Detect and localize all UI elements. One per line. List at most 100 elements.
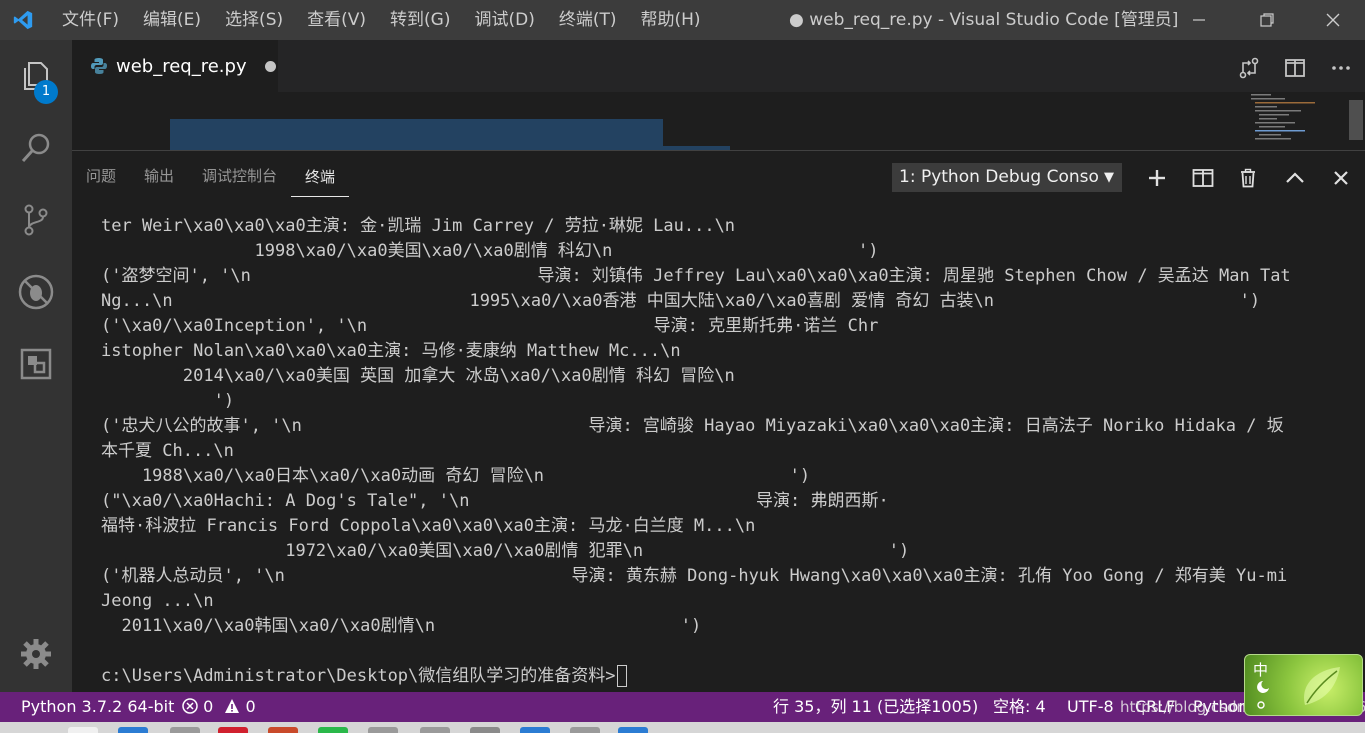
menu-go[interactable]: 转到(G) (378, 0, 462, 40)
taskbar-app[interactable] (570, 727, 600, 733)
debug-button[interactable] (0, 256, 72, 328)
close-window-button[interactable] (1299, 0, 1365, 40)
taskbar-app[interactable] (68, 727, 98, 733)
terminal-select[interactable]: 1: Python Debug Conso ▼ (892, 163, 1122, 192)
title-bar: 文件(F) 编辑(E) 选择(S) 查看(V) 转到(G) 调试(D) 终端(T… (0, 0, 1365, 40)
indentation[interactable]: 空格: 4 (993, 692, 1046, 722)
tab-label: web_req_re.py (116, 55, 247, 77)
new-terminal-button[interactable] (1142, 163, 1172, 193)
split-editor-icon (1285, 59, 1305, 77)
terminal-line: Jeong ...\n (101, 591, 214, 611)
gear-icon (21, 639, 51, 669)
menu-selection[interactable]: 选择(S) (213, 0, 295, 40)
taskbar-app[interactable] (268, 727, 298, 733)
explorer-badge: 1 (34, 80, 58, 104)
restore-button[interactable] (1233, 0, 1301, 40)
taskbar-app[interactable] (318, 727, 348, 733)
editor-tabs: web_req_re.py (72, 40, 1365, 92)
warning-count: 0 (245, 697, 256, 716)
status-bar: Python 3.7.2 64-bit 0 0 行 35，列 11 (已选择10… (0, 692, 1365, 722)
debug-icon (18, 274, 54, 310)
taskbar-app[interactable] (520, 727, 550, 733)
trash-icon (1241, 168, 1255, 188)
encoding[interactable]: UTF-8 (1067, 692, 1114, 722)
search-icon (21, 133, 50, 163)
unsaved-dot-icon[interactable] (264, 60, 276, 72)
leaf-icon (1257, 667, 1340, 709)
terminal-line: 1988\xa0/\xa0日本\xa0/\xa0动画 奇幻 冒险\n ') (101, 466, 811, 486)
chevron-down-icon: ▼ (1104, 170, 1114, 185)
problems-indicator[interactable]: 0 0 (182, 692, 256, 722)
taskbar-app[interactable] (618, 727, 648, 733)
terminal-line: 本千夏 Ch...\n (101, 441, 234, 461)
cursor-position[interactable]: 行 35，列 11 (已选择1005) (773, 692, 978, 722)
ellipsis-icon (1332, 66, 1350, 70)
kill-terminal-button[interactable] (1233, 163, 1263, 193)
minimize-icon (1193, 19, 1205, 21)
terminal-line: 2014\xa0/\xa0美国 英国 加拿大 冰岛\xa0/\xa0剧情 科幻 … (101, 366, 735, 386)
tab-problems[interactable]: 问题 (72, 151, 130, 203)
source-control-icon (24, 204, 48, 236)
chevron-up-icon (1286, 172, 1304, 183)
taskbar (0, 722, 1365, 733)
editor-scrollbar[interactable] (1349, 100, 1363, 140)
code-editor[interactable]: 15 soup = BeautifulSoup(html,'html.parse… (72, 92, 1365, 150)
terminal-line: 1972\xa0/\xa0美国\xa0/\xa0剧情 犯罪\n ') (101, 541, 910, 561)
terminal-line: Ng...\n 1995\xa0/\xa0香港 中国大陆\xa0/\xa0喜剧 … (101, 291, 1261, 311)
window-title: ● web_req_re.py - Visual Studio Code [管理… (789, 10, 1179, 30)
activity-bar: 1 (0, 40, 72, 692)
more-actions-button[interactable] (1323, 50, 1359, 86)
terminal-line: ('盗梦空间', '\n 导演: 刘镇伟 Jeffrey Lau\xa0\xa0… (101, 266, 1291, 286)
close-panel-button[interactable] (1326, 163, 1356, 193)
ime-widget[interactable]: 中 (1244, 654, 1363, 716)
vscode-logo-icon (0, 0, 46, 40)
minimize-button[interactable] (1165, 0, 1233, 40)
terminal-line: ('机器人总动员', '\n 导演: 黄东赫 Dong-hyuk Hwang\x… (101, 566, 1288, 586)
maximize-panel-button[interactable] (1280, 163, 1310, 193)
tab-terminal[interactable]: 终端 (291, 157, 350, 197)
taskbar-app[interactable] (420, 727, 450, 733)
taskbar-app[interactable] (118, 727, 148, 733)
close-icon (1326, 13, 1340, 27)
python-interpreter[interactable]: Python 3.7.2 64-bit (21, 692, 174, 722)
explorer-button[interactable]: 1 (0, 40, 72, 112)
tab-output[interactable]: 输出 (130, 151, 188, 203)
terminal-prompt: c:\Users\Administrator\Desktop\微信组队学习的准备… (101, 666, 616, 686)
menu-file[interactable]: 文件(F) (50, 0, 131, 40)
minimap[interactable] (1249, 92, 1349, 150)
terminal-output[interactable]: ter Weir\xa0\xa0\xa0主演: 金·凯瑞 Jim Carrey … (101, 214, 1341, 690)
menu-view[interactable]: 查看(V) (295, 0, 378, 40)
terminal-cursor (616, 665, 627, 687)
search-button[interactable] (0, 112, 72, 184)
manage-button[interactable] (0, 618, 72, 690)
terminal-line: ('\xa0/\xa0Inception', '\n 导演: 克里斯托弗·诺兰 … (101, 316, 879, 336)
extensions-button[interactable] (0, 328, 72, 400)
menu-terminal[interactable]: 终端(T) (547, 0, 629, 40)
menu-debug[interactable]: 调试(D) (462, 0, 546, 40)
taskbar-app[interactable] (470, 727, 500, 733)
terminal-line: ter Weir\xa0\xa0\xa0主演: 金·凯瑞 Jim Carrey … (101, 216, 736, 236)
tab-debug-console[interactable]: 调试控制台 (188, 151, 291, 203)
error-count: 0 (203, 697, 214, 716)
split-terminal-icon (1192, 169, 1214, 187)
terminal-line: 福特·科波拉 Francis Ford Coppola\xa0\xa0\xa0主… (101, 516, 756, 536)
bottom-panel: 问题 输出 调试控制台 终端 1: Python Debug Conso ▼ t… (72, 150, 1365, 692)
split-editor-button[interactable] (1277, 50, 1313, 86)
taskbar-app[interactable] (170, 727, 200, 733)
panel-tabs: 问题 输出 调试控制台 终端 (72, 151, 350, 203)
tab-web-req-re[interactable]: web_req_re.py (72, 40, 278, 92)
terminal-line: 1998\xa0/\xa0美国\xa0/\xa0剧情 科幻\n ') (101, 241, 879, 261)
menu-edit[interactable]: 编辑(E) (131, 0, 213, 40)
taskbar-app[interactable] (218, 727, 248, 733)
restore-icon (1260, 13, 1274, 27)
terminal-line: 2011\xa0/\xa0韩国\xa0/\xa0剧情\n ') (101, 616, 702, 636)
warning-icon (225, 699, 240, 713)
terminal-select-value: 1: Python Debug Conso (899, 167, 1099, 187)
taskbar-app[interactable] (368, 727, 398, 733)
terminal-line: ') (101, 391, 235, 411)
python-file-icon (91, 58, 107, 74)
open-changes-button[interactable] (1231, 50, 1267, 86)
split-terminal-button[interactable] (1188, 163, 1218, 193)
source-control-button[interactable] (0, 184, 72, 256)
menu-help[interactable]: 帮助(H) (629, 0, 713, 40)
